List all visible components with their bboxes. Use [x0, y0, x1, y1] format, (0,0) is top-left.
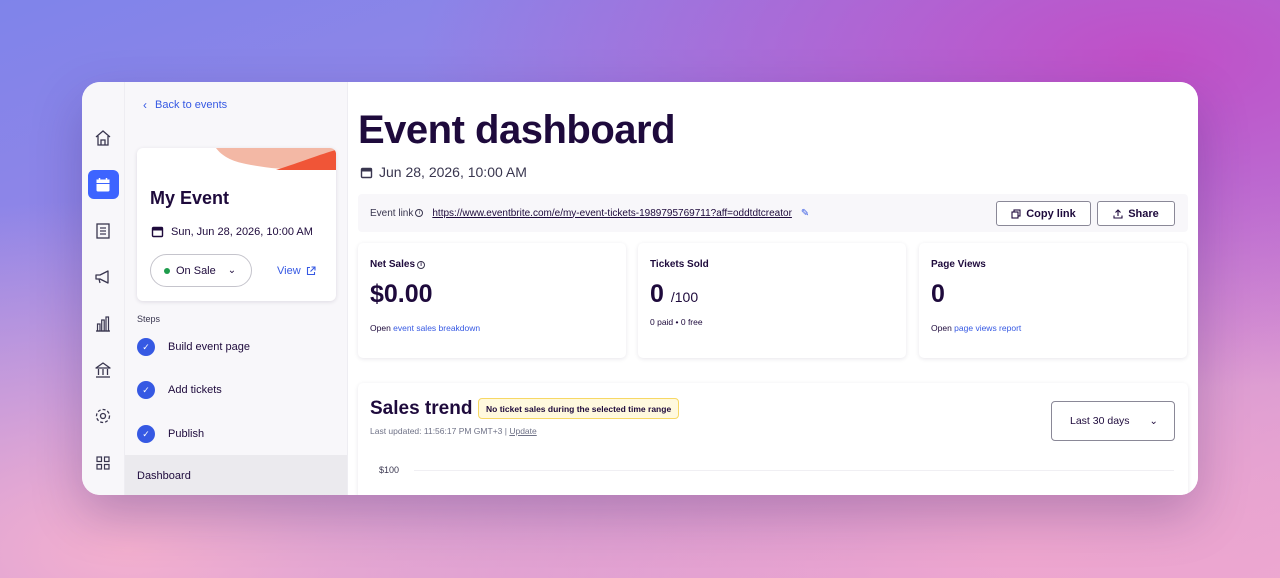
share-label: Share	[1128, 207, 1159, 220]
card-decoration	[216, 148, 336, 170]
step-label: Publish	[168, 428, 205, 440]
page-views-label: Page Views	[931, 259, 986, 270]
event-sidebar: ‹ Back to events My Event Sun, Jun 28, 2…	[125, 82, 348, 495]
apps-grid-icon[interactable]	[88, 449, 119, 477]
tickets-sold-value: 0 /100	[650, 280, 698, 309]
main-content: Event dashboard Jun 28, 2026, 10:00 AM E…	[348, 82, 1198, 495]
no-sales-badge: No ticket sales during the selected time…	[478, 398, 680, 419]
calendar-icon[interactable]	[87, 170, 119, 199]
check-icon: ✓	[137, 338, 155, 356]
time-range-select[interactable]: Last 30 days ⌄	[1051, 401, 1175, 441]
net-sales-foot-prefix: Open	[370, 323, 391, 333]
orders-icon[interactable]	[88, 217, 119, 245]
net-sales-label: Net Sales i	[370, 259, 426, 270]
step-label: Build event page	[168, 341, 250, 353]
tickets-sold-footer: 0 paid • 0 free	[650, 317, 703, 327]
event-link-label-text: Event link	[370, 207, 414, 219]
last-updated: Last updated: 11:56:17 PM GMT+3 | Update	[370, 426, 537, 436]
page-views-value: 0	[931, 280, 945, 308]
event-url-link[interactable]: https://www.eventbrite.com/e/my-event-ti…	[432, 208, 792, 219]
tickets-sold-label: Tickets Sold	[650, 259, 709, 270]
sales-trend-card: Sales trend No ticket sales during the s…	[358, 383, 1188, 495]
sidebar-item-label: Dashboard	[137, 470, 191, 482]
step-label: Add tickets	[168, 384, 222, 396]
check-icon: ✓	[137, 381, 155, 399]
copy-icon	[1011, 208, 1021, 219]
megaphone-icon[interactable]	[88, 263, 119, 291]
info-icon[interactable]: i	[415, 209, 424, 217]
view-event-link[interactable]: View	[277, 265, 316, 277]
status-dropdown[interactable]: On Sale ⌄	[150, 254, 252, 287]
bank-icon[interactable]	[88, 356, 119, 384]
chevron-down-icon: ⌄	[1149, 415, 1158, 427]
calendar-icon	[360, 167, 373, 178]
gear-icon[interactable]	[88, 402, 119, 430]
view-label: View	[277, 265, 301, 277]
page-views-report-link[interactable]: page views report	[954, 323, 1021, 333]
tickets-sold-count: 0	[650, 280, 664, 308]
home-icon[interactable]	[88, 124, 119, 152]
chart-icon[interactable]	[88, 310, 119, 338]
step-publish[interactable]: ✓ Publish	[137, 425, 204, 443]
step-add-tickets[interactable]: ✓ Add tickets	[137, 381, 222, 399]
status-label: On Sale	[176, 264, 216, 277]
page-views-card: Page Views 0 Open page views report	[919, 243, 1187, 358]
copy-link-button[interactable]: Copy link	[996, 201, 1091, 226]
back-to-events-link[interactable]: ‹ Back to events	[143, 98, 227, 112]
status-dot-icon	[164, 267, 170, 274]
net-sales-value: $0.00	[370, 280, 433, 308]
edit-pencil-icon[interactable]: ✎	[801, 208, 809, 219]
back-to-events-label: Back to events	[155, 99, 228, 111]
calendar-icon	[151, 226, 164, 238]
app-window: ‹ Back to events My Event Sun, Jun 28, 2…	[82, 82, 1198, 495]
update-link[interactable]: Update	[509, 426, 536, 436]
steps-heading: Steps	[137, 314, 161, 324]
step-build-event-page[interactable]: ✓ Build event page	[137, 338, 250, 356]
net-sales-label-text: Net Sales	[370, 259, 416, 270]
sales-trend-title: Sales trend	[370, 398, 473, 419]
chevron-down-icon: ⌄	[227, 265, 237, 276]
check-icon: ✓	[137, 425, 155, 443]
page-title: Event dashboard	[358, 108, 676, 152]
event-name: My Event	[150, 188, 230, 208]
event-link-label: Event link i	[370, 207, 424, 219]
share-button[interactable]: Share	[1097, 201, 1175, 226]
net-sales-card: Net Sales i $0.00 Open event sales break…	[358, 243, 626, 358]
tickets-sold-card: Tickets Sold 0 /100 0 paid • 0 free	[638, 243, 906, 358]
icon-rail	[82, 82, 125, 495]
event-datetime: Jun 28, 2026, 10:00 AM	[360, 164, 527, 180]
event-datetime-text: Jun 28, 2026, 10:00 AM	[379, 164, 527, 180]
share-icon	[1113, 208, 1123, 219]
net-sales-footer: Open event sales breakdown	[370, 323, 480, 333]
event-date-text: Sun, Jun 28, 2026, 10:00 AM	[171, 225, 313, 238]
event-card: My Event Sun, Jun 28, 2026, 10:00 AM On …	[137, 148, 336, 301]
info-icon[interactable]: i	[417, 260, 426, 269]
y-axis-tick: $100	[379, 465, 400, 475]
event-sales-breakdown-link[interactable]: event sales breakdown	[393, 323, 480, 333]
chevron-left-icon: ‹	[143, 98, 147, 112]
external-link-icon	[306, 266, 316, 276]
sidebar-item-dashboard[interactable]: Dashboard	[125, 455, 347, 495]
page-views-foot-prefix: Open	[931, 323, 952, 333]
time-range-value: Last 30 days	[1070, 415, 1130, 427]
event-date: Sun, Jun 28, 2026, 10:00 AM	[151, 225, 313, 238]
chart-gridline	[414, 470, 1174, 471]
copy-link-label: Copy link	[1026, 207, 1076, 220]
tickets-capacity: /100	[670, 289, 699, 305]
page-views-footer: Open page views report	[931, 323, 1021, 333]
last-updated-text: Last updated: 11:56:17 PM GMT+3 |	[370, 426, 507, 436]
event-link-bar: Event link i https://www.eventbrite.com/…	[358, 194, 1188, 232]
